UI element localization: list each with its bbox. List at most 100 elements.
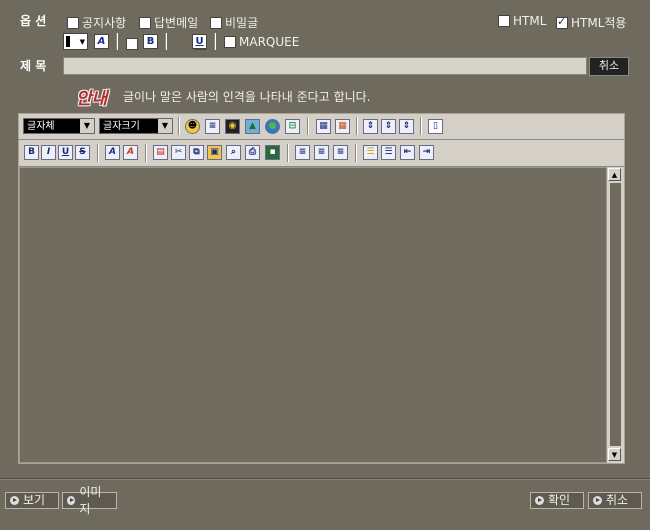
separator <box>214 33 216 50</box>
cancel-button[interactable]: 취소 <box>588 492 642 509</box>
cut-icon[interactable]: ✂ <box>171 145 186 160</box>
preview-button[interactable]: 보기 <box>5 492 59 509</box>
separator <box>355 144 357 162</box>
secret-checkbox[interactable] <box>210 16 222 29</box>
outdent-icon[interactable]: ⇤ <box>400 145 415 160</box>
underline-icon[interactable]: U <box>192 34 207 49</box>
link-icon[interactable]: ⊟ <box>285 119 300 134</box>
ordered-list-icon[interactable]: ☰ <box>363 145 378 160</box>
reply-mail-label: 답변메일 <box>154 16 199 30</box>
editor-toolbar-bottom: B I U S A A ▤ ✂ ⧉ ▣ ⌕ ⎙ ▪ ≡ ≡ ≡ ☰ ☰ ⇤ ⇥ <box>19 140 624 167</box>
bold-checkbox[interactable] <box>126 37 138 50</box>
globe-icon[interactable]: ● <box>265 119 280 134</box>
cancel-label: 취소 <box>606 493 629 507</box>
html-option[interactable]: HTML <box>498 14 546 28</box>
chevron-down-icon: ▼ <box>79 38 85 46</box>
paste-icon[interactable]: ▣ <box>207 145 222 160</box>
underline-button[interactable]: U <box>58 145 73 160</box>
text-color-select[interactable]: ▼ <box>63 33 88 50</box>
insert-row-icon[interactable]: ⇕ <box>363 119 378 134</box>
highlight-color-icon[interactable]: A <box>123 145 138 160</box>
font-color-icon[interactable]: A <box>94 34 109 49</box>
scroll-down-icon[interactable]: ▼ <box>608 448 621 461</box>
table-icon[interactable]: ▦ <box>316 119 331 134</box>
reply-mail-option[interactable]: 답변메일 <box>139 14 198 31</box>
html-apply-label: HTML적용 <box>571 16 627 30</box>
print-icon[interactable]: ⎙ <box>245 145 260 160</box>
new-document-icon[interactable]: ▯ <box>428 119 443 134</box>
scroll-up-icon[interactable]: ▲ <box>608 168 621 181</box>
find-icon[interactable]: ⌕ <box>226 145 241 160</box>
chevron-down-icon: ▼ <box>158 119 172 133</box>
separator <box>287 144 289 162</box>
align-center-icon[interactable]: ≡ <box>314 145 329 160</box>
guide-text: 글이나 말은 사람의 인격을 나타내 준다고 합니다. <box>123 90 371 104</box>
font-size-select[interactable]: 글자크기 ▼ <box>99 118 173 134</box>
options-label: 옵 션 <box>20 14 47 28</box>
image-icon[interactable]: ▲ <box>245 119 260 134</box>
bottom-divider <box>0 478 650 480</box>
copy-icon[interactable]: ⧉ <box>189 145 204 160</box>
subject-input[interactable] <box>63 57 587 75</box>
media-icon[interactable]: ◉ <box>225 119 240 134</box>
separator <box>145 144 147 162</box>
emoticon-icon[interactable]: ☻ <box>185 119 200 134</box>
subject-label: 제 목 <box>20 59 47 73</box>
separator <box>116 33 118 50</box>
align-right-icon[interactable]: ≡ <box>333 145 348 160</box>
strike-button[interactable]: S <box>75 145 90 160</box>
new-page-icon[interactable]: ▤ <box>153 145 168 160</box>
image-label: 이미지 <box>79 484 102 516</box>
separator <box>356 117 358 135</box>
html-apply-option[interactable]: HTML적용 <box>556 14 626 31</box>
editor-content-area[interactable] <box>19 167 607 463</box>
indent-icon[interactable]: ⇥ <box>419 145 434 160</box>
italic-button[interactable]: I <box>41 145 56 160</box>
preview-label: 보기 <box>23 493 46 507</box>
scroll-track-fill <box>610 183 621 446</box>
delete-cell-icon[interactable]: ⇕ <box>399 119 414 134</box>
notice-option[interactable]: 공지사항 <box>67 14 126 31</box>
separator <box>307 117 309 135</box>
play-icon <box>10 496 19 505</box>
font-color-icon[interactable]: A <box>105 145 120 160</box>
secret-option[interactable]: 비밀글 <box>210 14 258 31</box>
editor-scrollbar[interactable]: ▲ ▼ <box>607 167 624 463</box>
font-size-value: 글자크기 <box>103 121 140 132</box>
guide-badge: 안내 <box>76 89 108 109</box>
separator <box>178 117 180 135</box>
image-button[interactable]: 이미지 <box>62 485 117 516</box>
bold-icon[interactable]: B <box>143 34 158 49</box>
confirm-button[interactable]: 확인 <box>530 492 584 509</box>
separator <box>97 144 99 162</box>
play-icon <box>535 496 544 505</box>
notice-label: 공지사항 <box>82 16 127 30</box>
html-checkbox[interactable] <box>498 15 510 27</box>
bold-button[interactable]: B <box>24 145 39 160</box>
html-apply-checkbox[interactable] <box>556 15 568 29</box>
insert-col-icon[interactable]: ⇕ <box>381 119 396 134</box>
separator <box>165 33 167 50</box>
marquee-label: MARQUEE <box>239 35 300 49</box>
table-color-icon[interactable]: ▦ <box>335 119 350 134</box>
special-char-icon[interactable]: ≡ <box>205 119 220 134</box>
color-swatch <box>66 36 70 47</box>
html-label: HTML <box>513 14 547 28</box>
separator <box>420 117 422 135</box>
play-icon <box>593 496 602 505</box>
subject-cancel-button[interactable]: 취소 <box>589 57 629 76</box>
save-icon[interactable]: ▪ <box>265 145 280 160</box>
marquee-checkbox[interactable] <box>224 36 236 48</box>
font-face-value: 글자체 <box>27 121 55 132</box>
unordered-list-icon[interactable]: ☰ <box>381 145 396 160</box>
chevron-down-icon: ▼ <box>80 119 94 133</box>
notice-checkbox[interactable] <box>67 16 79 29</box>
confirm-label: 확인 <box>548 493 571 507</box>
marquee-option[interactable]: MARQUEE <box>224 35 299 49</box>
editor-toolbar-top: 글자체 ▼ 글자크기 ▼ ☻ ≡ ◉ ▲ ● ⊟ ▦ ▦ ⇕ ⇕ ⇕ ▯ <box>19 114 624 140</box>
font-face-select[interactable]: 글자체 ▼ <box>23 118 95 134</box>
align-left-icon[interactable]: ≡ <box>295 145 310 160</box>
reply-mail-checkbox[interactable] <box>139 16 151 29</box>
play-icon <box>67 496 76 505</box>
secret-label: 비밀글 <box>225 16 259 30</box>
